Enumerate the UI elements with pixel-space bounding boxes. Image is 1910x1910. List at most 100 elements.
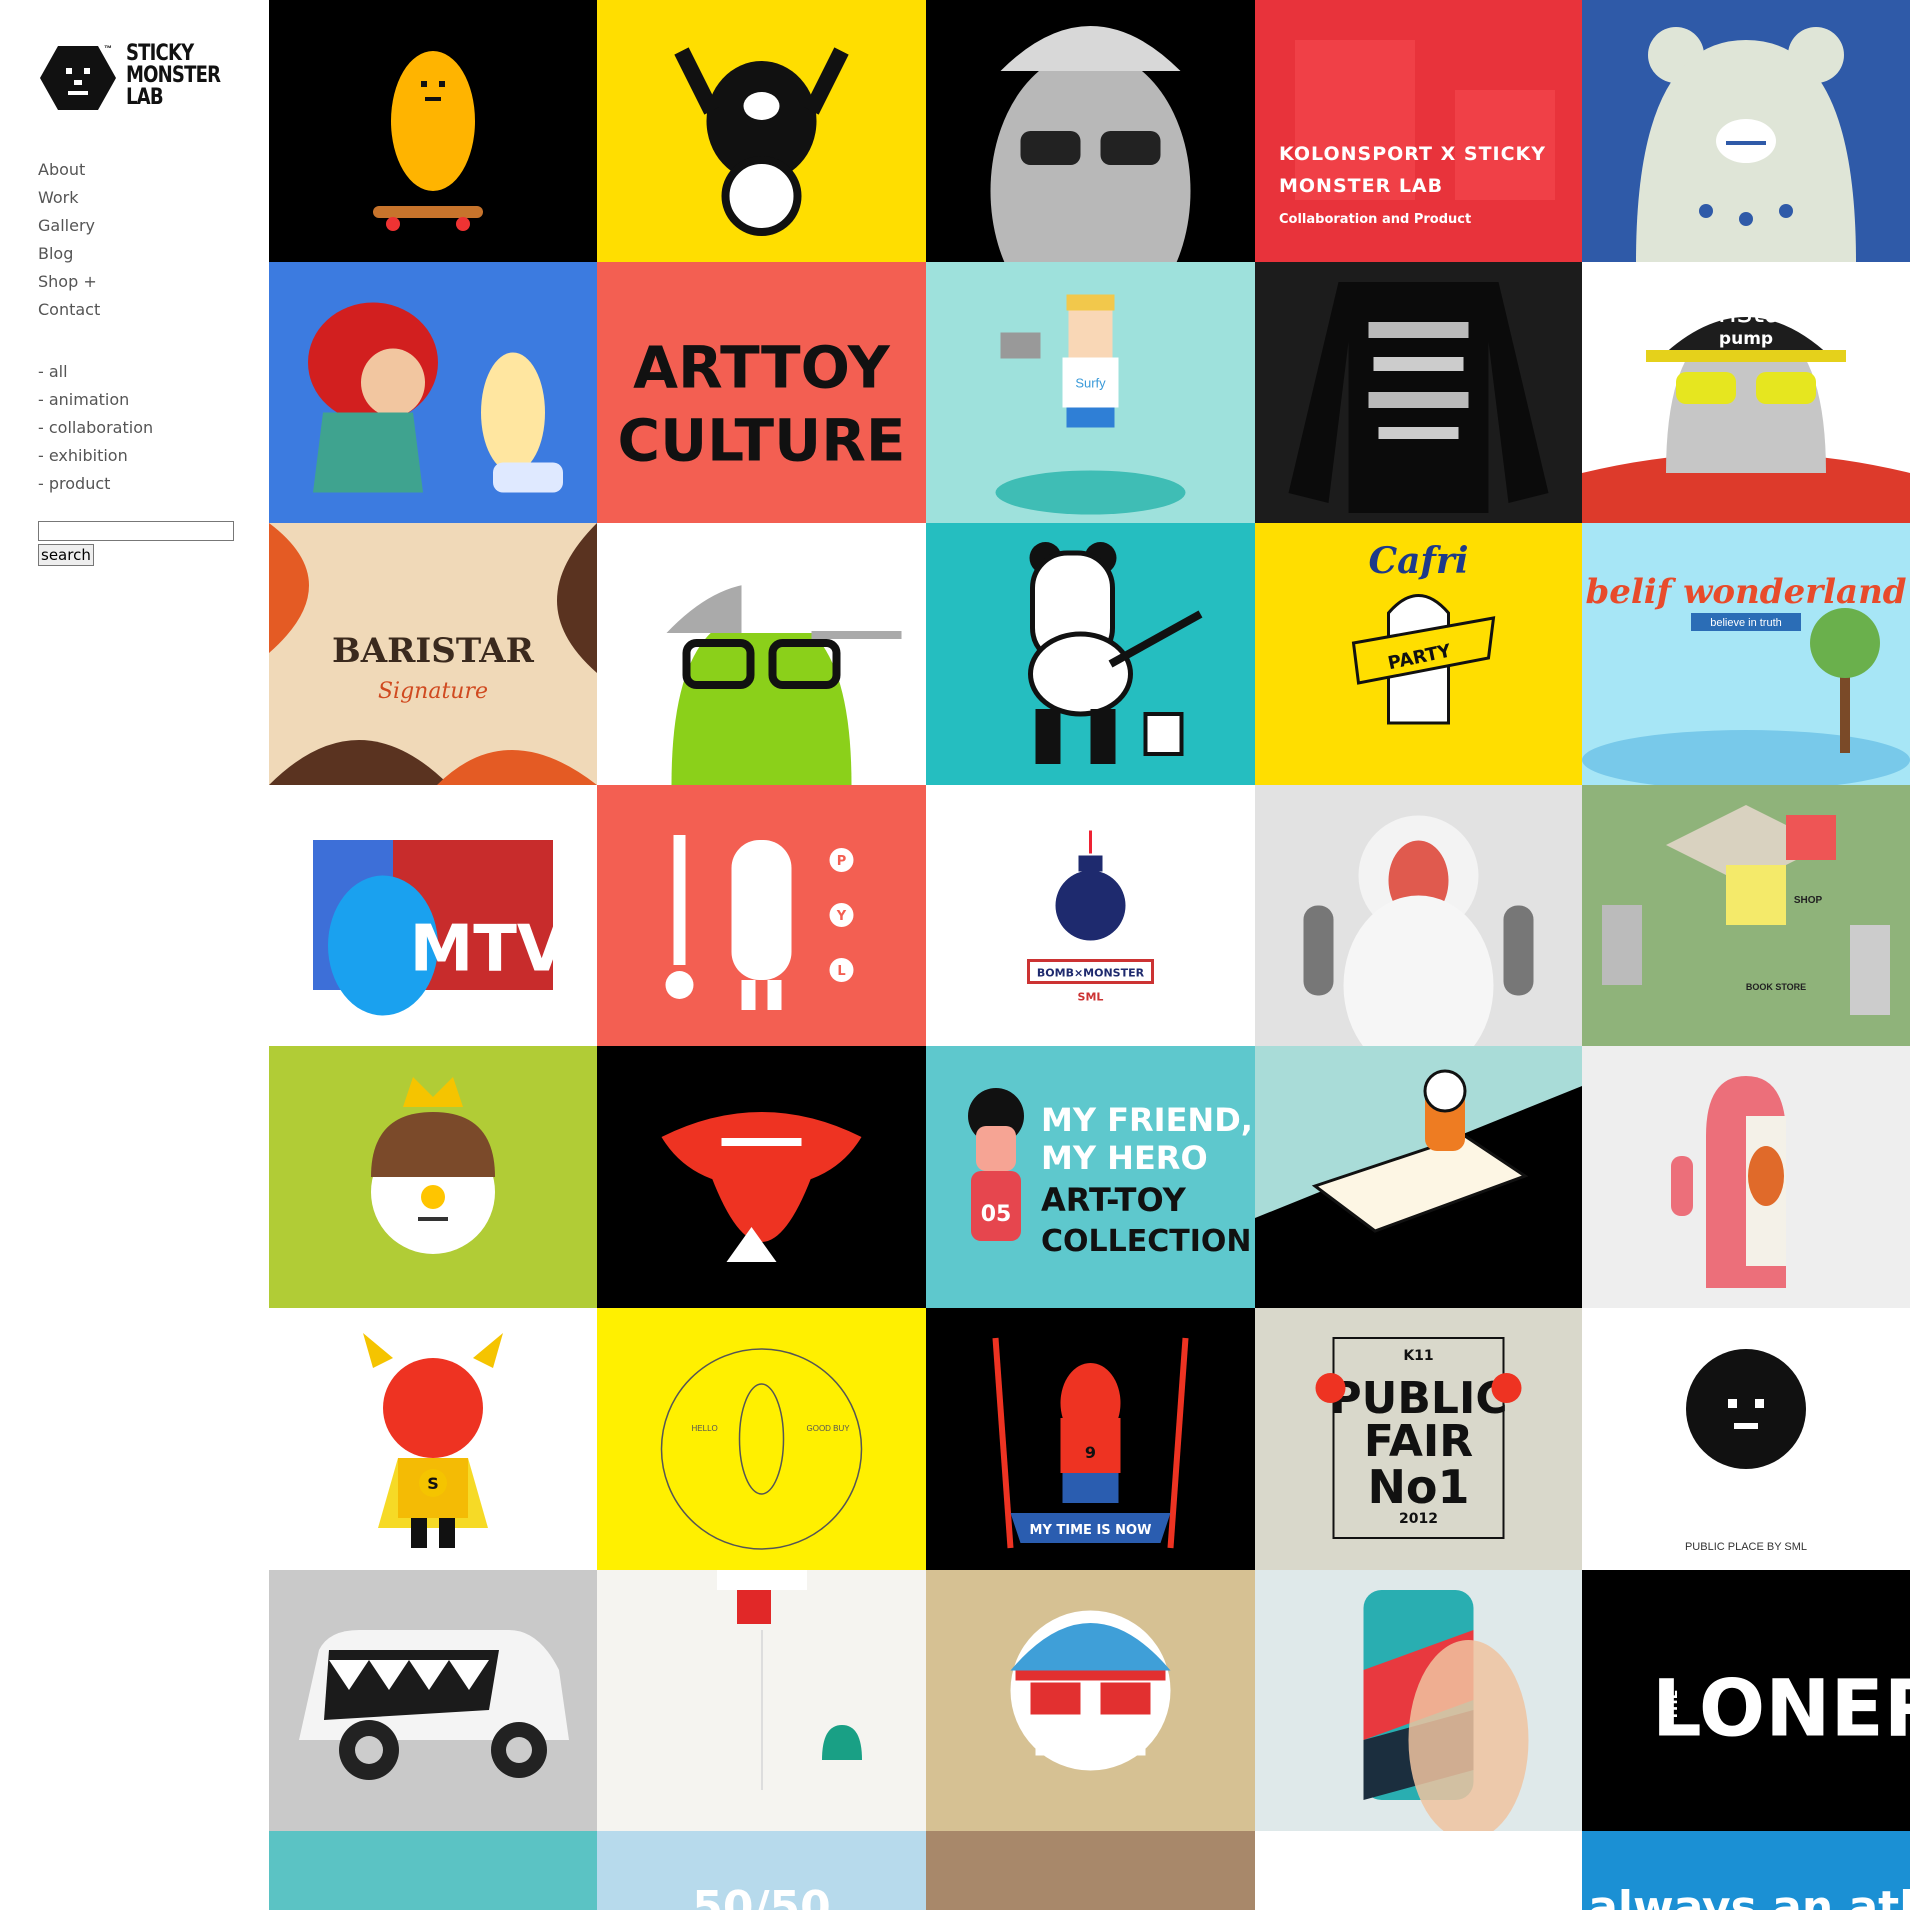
portfolio-tile[interactable]: 50/50	[597, 1831, 926, 1910]
portfolio-tile[interactable]	[597, 1570, 926, 1831]
portfolio-tile[interactable]: MTV	[269, 785, 597, 1046]
portfolio-tile[interactable]	[597, 523, 926, 785]
portfolio-tile[interactable]: belif wonderland believe in truth	[1582, 523, 1910, 785]
portfolio-tile[interactable]	[926, 1831, 1255, 1910]
portfolio-tile[interactable]: insta pump	[1582, 262, 1910, 523]
rolling-tongue-icon	[661, 1112, 862, 1262]
portfolio-tile[interactable]	[1255, 1570, 1582, 1831]
svg-text:Y: Y	[836, 909, 847, 924]
main-nav: About Work Gallery Blog Shop + Contact	[38, 156, 100, 324]
portfolio-tile[interactable]: K11 PUBLIC FAIR No1 2012	[1255, 1308, 1582, 1570]
bomb-monster-icon: BOMB×MONSTER SML	[1027, 830, 1154, 1004]
portfolio-tile[interactable]	[1255, 1831, 1582, 1910]
svg-text:MY TIME IS NOW: MY TIME IS NOW	[1030, 1523, 1152, 1538]
portfolio-tile[interactable]: BOMB×MONSTER SML	[926, 785, 1255, 1046]
svg-text:COLLECTION: COLLECTION	[1041, 1224, 1252, 1259]
portfolio-tile[interactable]: PUBLIC PLACE BY SML	[1582, 1308, 1910, 1570]
portfolio-tile[interactable]	[269, 1570, 597, 1831]
anatomy-monster-icon	[1671, 1076, 1786, 1288]
portfolio-tile[interactable]: S	[269, 1308, 597, 1570]
filter-product[interactable]: - product	[38, 470, 153, 498]
site-logo[interactable]: ™ STICKY MONSTER LAB	[38, 38, 238, 128]
black-sweatshirt-icon	[1288, 282, 1549, 513]
filter-all[interactable]: - all	[38, 358, 153, 386]
portfolio-tile[interactable]	[926, 1570, 1255, 1831]
portfolio-tile[interactable]	[1582, 0, 1910, 262]
filter-collaboration[interactable]: - collaboration	[38, 414, 153, 442]
nav-item-contact[interactable]: Contact	[38, 296, 100, 324]
portfolio-tile[interactable]	[1255, 785, 1582, 1046]
portfolio-tile[interactable]: Surfy	[926, 262, 1255, 523]
my-friend-hero-icon: 05 MY FRIEND, MY HERO ART-TOY COLLECTION	[968, 1088, 1253, 1259]
portfolio-tile[interactable]: I am always an athlete	[1582, 1831, 1910, 1910]
portfolio-tile[interactable]: KOLONSPORT X STICKY MONSTER LAB Collabor…	[1255, 0, 1582, 262]
nav-item-shop[interactable]: Shop +	[38, 268, 100, 296]
portfolio-tile[interactable]	[269, 262, 597, 523]
nav-item-work[interactable]: Work	[38, 184, 100, 212]
svg-text:MY FRIEND,: MY FRIEND,	[1041, 1101, 1253, 1139]
barista-icon: BARISTAR Signature	[269, 523, 597, 785]
portfolio-tile[interactable]: BARISTAR Signature	[269, 523, 597, 785]
brand-line-1: STICKY	[126, 41, 194, 66]
nav-item-about[interactable]: About	[38, 156, 100, 184]
portfolio-tile[interactable]	[269, 0, 597, 262]
portfolio-tile[interactable]: Cafri PARTY	[1255, 523, 1582, 785]
svg-text:Cafri: Cafri	[1368, 540, 1468, 582]
search-input[interactable]	[38, 521, 234, 541]
cap-glasses-monster-icon	[666, 552, 902, 785]
surfy-boy-icon: Surfy	[995, 294, 1186, 515]
portfolio-tile[interactable]	[1582, 1046, 1910, 1308]
art-toy-culture-text: ARTTOY CULTURE	[618, 334, 906, 475]
portfolio-tile[interactable]: HELLO GOOD BUY	[597, 1308, 926, 1570]
portfolio-tile[interactable]: THE LONER	[1582, 1570, 1910, 1831]
mtv-monsters-icon: MTV	[313, 840, 567, 1016]
svg-text:S: S	[427, 1474, 439, 1493]
svg-text:ART-TOY: ART-TOY	[1041, 1181, 1187, 1219]
svg-text:MY HERO: MY HERO	[1041, 1139, 1208, 1177]
portfolio-tile[interactable]: SHOP BOOK STORE	[1582, 785, 1910, 1046]
brand-line-3: LAB	[126, 85, 164, 110]
public-fair-poster-icon: K11 PUBLIC FAIR No1 2012	[1315, 1337, 1522, 1539]
svg-text:HELLO: HELLO	[692, 1424, 718, 1433]
svg-text:L: L	[837, 964, 845, 979]
portfolio-tile[interactable]	[1255, 1046, 1582, 1308]
portfolio-tile[interactable]: 05 MY FRIEND, MY HERO ART-TOY COLLECTION	[926, 1046, 1255, 1308]
search-button[interactable]: search	[38, 544, 94, 566]
svg-text:PUBLIC PLACE BY SML: PUBLIC PLACE BY SML	[1685, 1541, 1807, 1553]
sidebar: ™ STICKY MONSTER LAB About Work Gallery …	[0, 0, 269, 1910]
cafri-party-icon: Cafri PARTY	[1351, 540, 1496, 725]
portfolio-tile[interactable]	[926, 523, 1255, 785]
glasses-guitar-icon	[1010, 1610, 1171, 1771]
svg-text:No1: No1	[1367, 1460, 1469, 1514]
svg-text:MTV: MTV	[410, 913, 567, 987]
svg-text:pump: pump	[1719, 329, 1773, 349]
filter-animation[interactable]: - animation	[38, 386, 153, 414]
skateboard-monster-icon	[373, 51, 483, 231]
portfolio-tile[interactable]: 9 MY TIME IS NOW	[926, 1308, 1255, 1570]
tile-text-2: CULTURE	[618, 407, 906, 475]
portfolio-tile[interactable]: P Y L	[597, 785, 926, 1046]
portfolio-tile[interactable]	[597, 0, 926, 262]
portfolio-tile[interactable]	[1255, 262, 1582, 523]
devil-monster-icon: S	[363, 1333, 503, 1548]
portfolio-tile[interactable]	[269, 1046, 597, 1308]
partial-tile-icon: I am always an athlete	[1582, 1882, 1910, 1910]
svg-text:belif wonderland: belif wonderland	[1585, 572, 1906, 612]
svg-text:50/50: 50/50	[692, 1882, 831, 1910]
trident-player-icon: 9 MY TIME IS NOW	[992, 1337, 1189, 1549]
nav-item-blog[interactable]: Blog	[38, 240, 100, 268]
portfolio-tile[interactable]	[269, 1831, 597, 1910]
portfolio-tile[interactable]	[597, 1046, 926, 1308]
nav-item-gallery[interactable]: Gallery	[38, 212, 100, 240]
svg-text:believe in truth: believe in truth	[1710, 617, 1782, 629]
belif-wonderland-icon: belif wonderland believe in truth	[1582, 572, 1910, 785]
svg-text:SHOP: SHOP	[1794, 895, 1823, 906]
category-filter: - all - animation - collaboration - exhi…	[38, 358, 153, 498]
silver-cap-monster-icon	[990, 26, 1191, 262]
filter-exhibition[interactable]: - exhibition	[38, 442, 153, 470]
monster-car-icon	[299, 1630, 569, 1780]
partial-tile-icon: 50/50	[692, 1882, 831, 1910]
portfolio-tile[interactable]	[926, 0, 1255, 262]
svg-text:P: P	[837, 854, 847, 869]
portfolio-tile[interactable]: ARTTOY CULTURE	[597, 262, 926, 523]
